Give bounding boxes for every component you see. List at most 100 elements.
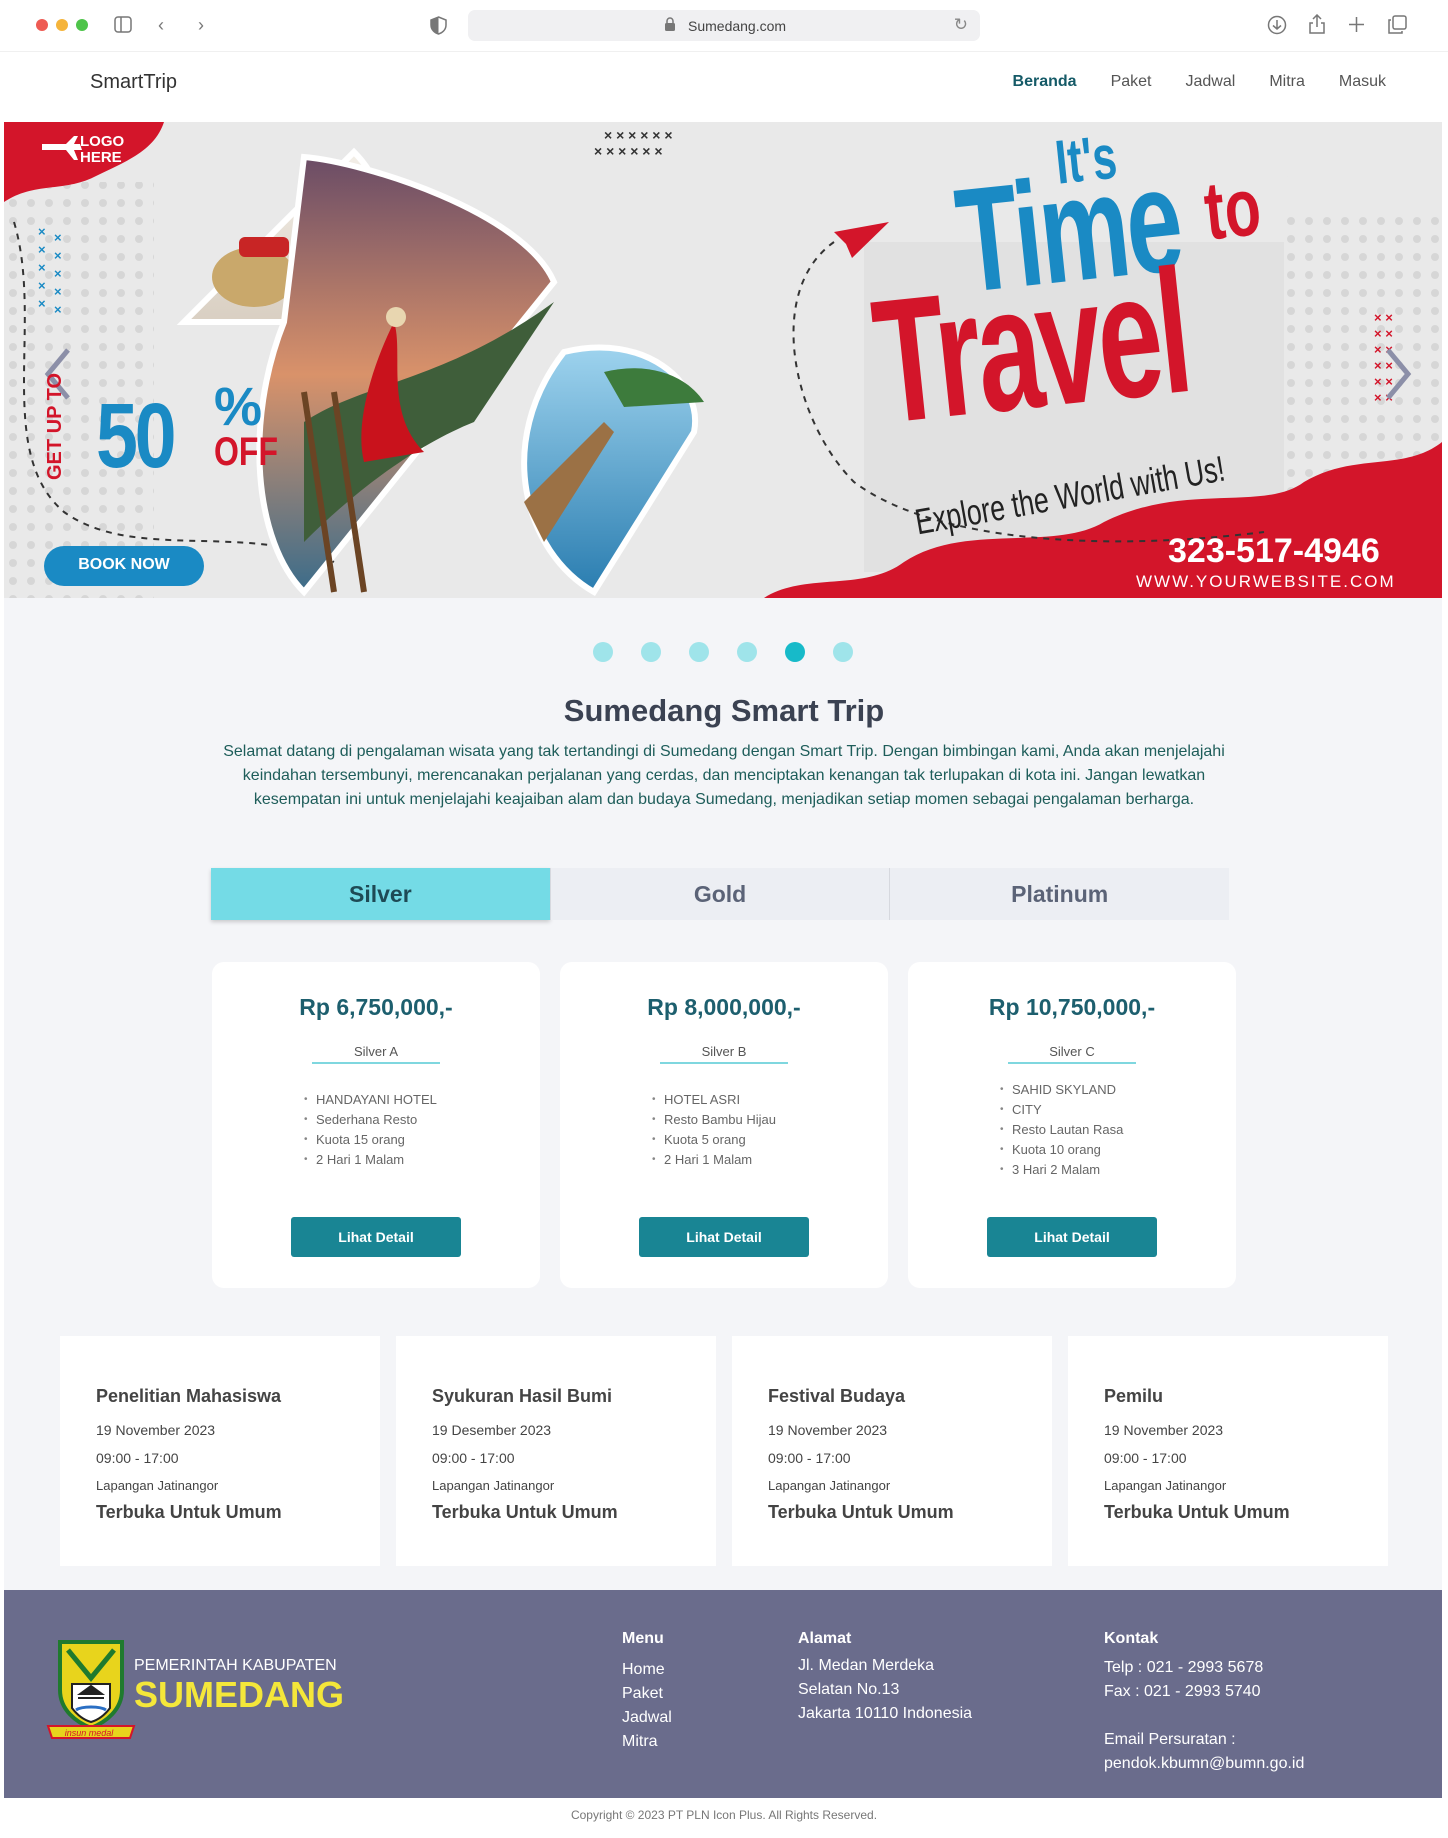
new-tab-icon[interactable]	[1348, 16, 1365, 33]
carousel-dot-2[interactable]	[641, 642, 661, 662]
close-window-icon[interactable]	[36, 19, 48, 31]
event-place: Lapangan Jatinangor	[432, 1478, 555, 1493]
package-feature: 2 Hari 1 Malam	[304, 1150, 437, 1170]
back-icon[interactable]: ‹	[158, 14, 164, 36]
svg-text:×: ×	[38, 278, 46, 293]
carousel-dot-6[interactable]	[833, 642, 853, 662]
minimize-window-icon[interactable]	[56, 19, 68, 31]
maximize-window-icon[interactable]	[76, 19, 88, 31]
banner-logo-line1: LOGO	[80, 133, 125, 150]
package-feature: Resto Bambu Hijau	[652, 1110, 776, 1130]
event-access: Terbuka Untuk Umum	[432, 1502, 618, 1522]
footer-gov-name: SUMEDANG	[134, 1674, 345, 1715]
reload-icon[interactable]: ↻	[954, 15, 968, 35]
footer-phone: Telp : 021 - 2993 5678	[1104, 1659, 1264, 1676]
svg-text:× ×: × ×	[1374, 310, 1393, 325]
footer-contact-title: Kontak	[1104, 1630, 1159, 1647]
book-now-button[interactable]: BOOK NOW	[44, 556, 204, 574]
banner-logo-line2: HERE	[80, 149, 122, 166]
emblem-motto: insun medal	[64, 1728, 114, 1738]
footer-link-jadwal[interactable]: Jadwal	[622, 1706, 672, 1730]
tab-gold[interactable]: Gold	[549, 868, 890, 920]
event-date: 19 November 2023	[1104, 1422, 1224, 1438]
brand-name[interactable]: SmartTrip	[90, 71, 177, 94]
detail-button[interactable]: Lihat Detail	[987, 1217, 1157, 1257]
event-title: Pemilu	[1104, 1386, 1164, 1406]
package-features: HOTEL ASRI Resto Bambu Hijau Kuota 5 ora…	[652, 1090, 776, 1170]
banner-travel: Travel	[865, 233, 1197, 461]
footer-address-line: Jakarta 10110 Indonesia	[798, 1705, 973, 1722]
package-feature: 2 Hari 1 Malam	[652, 1150, 776, 1170]
package-feature: HOTEL ASRI	[652, 1090, 776, 1110]
event-card[interactable]: Penelitian Mahasiswa 19 November 2023 09…	[60, 1336, 380, 1566]
address-bar[interactable]: Sumedang.com ↻	[468, 10, 980, 41]
banner-discount-value: 50	[96, 385, 177, 487]
banner-off: OFF	[214, 430, 278, 474]
shield-icon[interactable]	[430, 16, 447, 35]
event-access: Terbuka Untuk Umum	[1104, 1502, 1290, 1522]
svg-text:×: ×	[54, 284, 62, 299]
footer-address-line: Jl. Medan Merdeka	[798, 1657, 935, 1674]
package-feature-continued: CITY	[1000, 1100, 1123, 1120]
download-icon[interactable]	[1267, 15, 1287, 35]
package-feature: Sederhana Resto	[304, 1110, 437, 1130]
carousel-prev-button[interactable]	[44, 350, 74, 398]
sidebar-icon[interactable]	[114, 16, 132, 33]
browser-toolbar: ‹ › Sumedang.com ↻	[0, 0, 1448, 52]
event-date: 19 November 2023	[96, 1422, 216, 1438]
page-title: Sumedang Smart Trip	[563, 693, 885, 728]
main-menu: Beranda Paket Jadwal Mitra Masuk	[979, 73, 1386, 91]
share-icon[interactable]	[1308, 14, 1326, 35]
package-feature: Kuota 15 orang	[304, 1130, 437, 1150]
event-card[interactable]: Syukuran Hasil Bumi 19 Desember 2023 09:…	[396, 1336, 716, 1566]
tab-silver[interactable]: Silver	[211, 868, 550, 920]
copyright: Copyright © 2023 PT PLN Icon Plus. All R…	[570, 1808, 878, 1822]
nav-item-jadwal[interactable]: Jadwal	[1186, 73, 1236, 91]
event-title: Penelitian Mahasiswa	[96, 1386, 282, 1406]
event-card[interactable]: Pemilu 19 November 2023 09:00 - 17:00 La…	[1068, 1336, 1388, 1566]
nav-item-mitra[interactable]: Mitra	[1269, 73, 1305, 91]
package-feature: SAHID SKYLAND	[1000, 1080, 1123, 1100]
footer-address-line: Selatan No.13	[798, 1681, 900, 1698]
footer-address-title: Alamat	[798, 1630, 852, 1647]
package-features: SAHID SKYLAND CITY Resto Lautan Rasa Kuo…	[1000, 1080, 1123, 1180]
banner-website: WWW.YOURWEBSITE.COM	[1136, 572, 1396, 591]
package-name: Silver C	[1049, 1044, 1095, 1059]
carousel-dot-3[interactable]	[689, 642, 709, 662]
footer-link-home[interactable]: Home	[622, 1658, 665, 1682]
package-features: HANDAYANI HOTEL Sederhana Resto Kuota 15…	[304, 1090, 437, 1170]
carousel-dot-4[interactable]	[737, 642, 757, 662]
tabs-overview-icon[interactable]	[1388, 15, 1407, 34]
svg-text:×: ×	[54, 302, 62, 317]
site-navbar: SmartTrip Beranda Paket Jadwal Mitra Mas…	[0, 54, 1448, 114]
package-price: Rp 10,750,000,-	[988, 994, 1156, 1020]
svg-text:×: ×	[38, 260, 46, 275]
detail-button[interactable]: Lihat Detail	[291, 1217, 461, 1257]
banner-percent-sign: %	[214, 377, 263, 437]
carousel-dot-5-active[interactable]	[785, 642, 805, 662]
detail-button[interactable]: Lihat Detail	[639, 1217, 809, 1257]
url-text: Sumedang.com	[688, 18, 787, 34]
banner-to: to	[1200, 161, 1266, 258]
footer-email[interactable]: pendok.kbumn@bumn.go.id	[1104, 1752, 1304, 1776]
package-divider	[660, 1062, 788, 1064]
svg-text:×: ×	[54, 248, 62, 263]
carousel-next-button[interactable]	[1382, 350, 1412, 398]
carousel-dot-1[interactable]	[593, 642, 613, 662]
footer-link-mitra[interactable]: Mitra	[622, 1730, 658, 1754]
package-price: Rp 8,000,000,-	[647, 994, 801, 1020]
footer-fax: Fax : 021 - 2993 5740	[1104, 1683, 1261, 1700]
event-title: Syukuran Hasil Bumi	[432, 1386, 613, 1406]
event-title: Festival Budaya	[768, 1386, 906, 1406]
nav-item-paket[interactable]: Paket	[1111, 73, 1152, 91]
footer-link-paket[interactable]: Paket	[622, 1682, 663, 1706]
nav-item-beranda[interactable]: Beranda	[1013, 73, 1077, 91]
tab-platinum[interactable]: Platinum	[889, 868, 1230, 920]
forward-icon[interactable]: ›	[198, 14, 204, 36]
event-access: Terbuka Untuk Umum	[768, 1502, 954, 1522]
banner-phone: 323-517-4946	[1168, 532, 1380, 570]
event-time: 09:00 - 17:00	[768, 1450, 851, 1466]
nav-item-masuk[interactable]: Masuk	[1339, 73, 1386, 91]
package-feature: HANDAYANI HOTEL	[304, 1090, 437, 1110]
event-card[interactable]: Festival Budaya 19 November 2023 09:00 -…	[732, 1336, 1052, 1566]
